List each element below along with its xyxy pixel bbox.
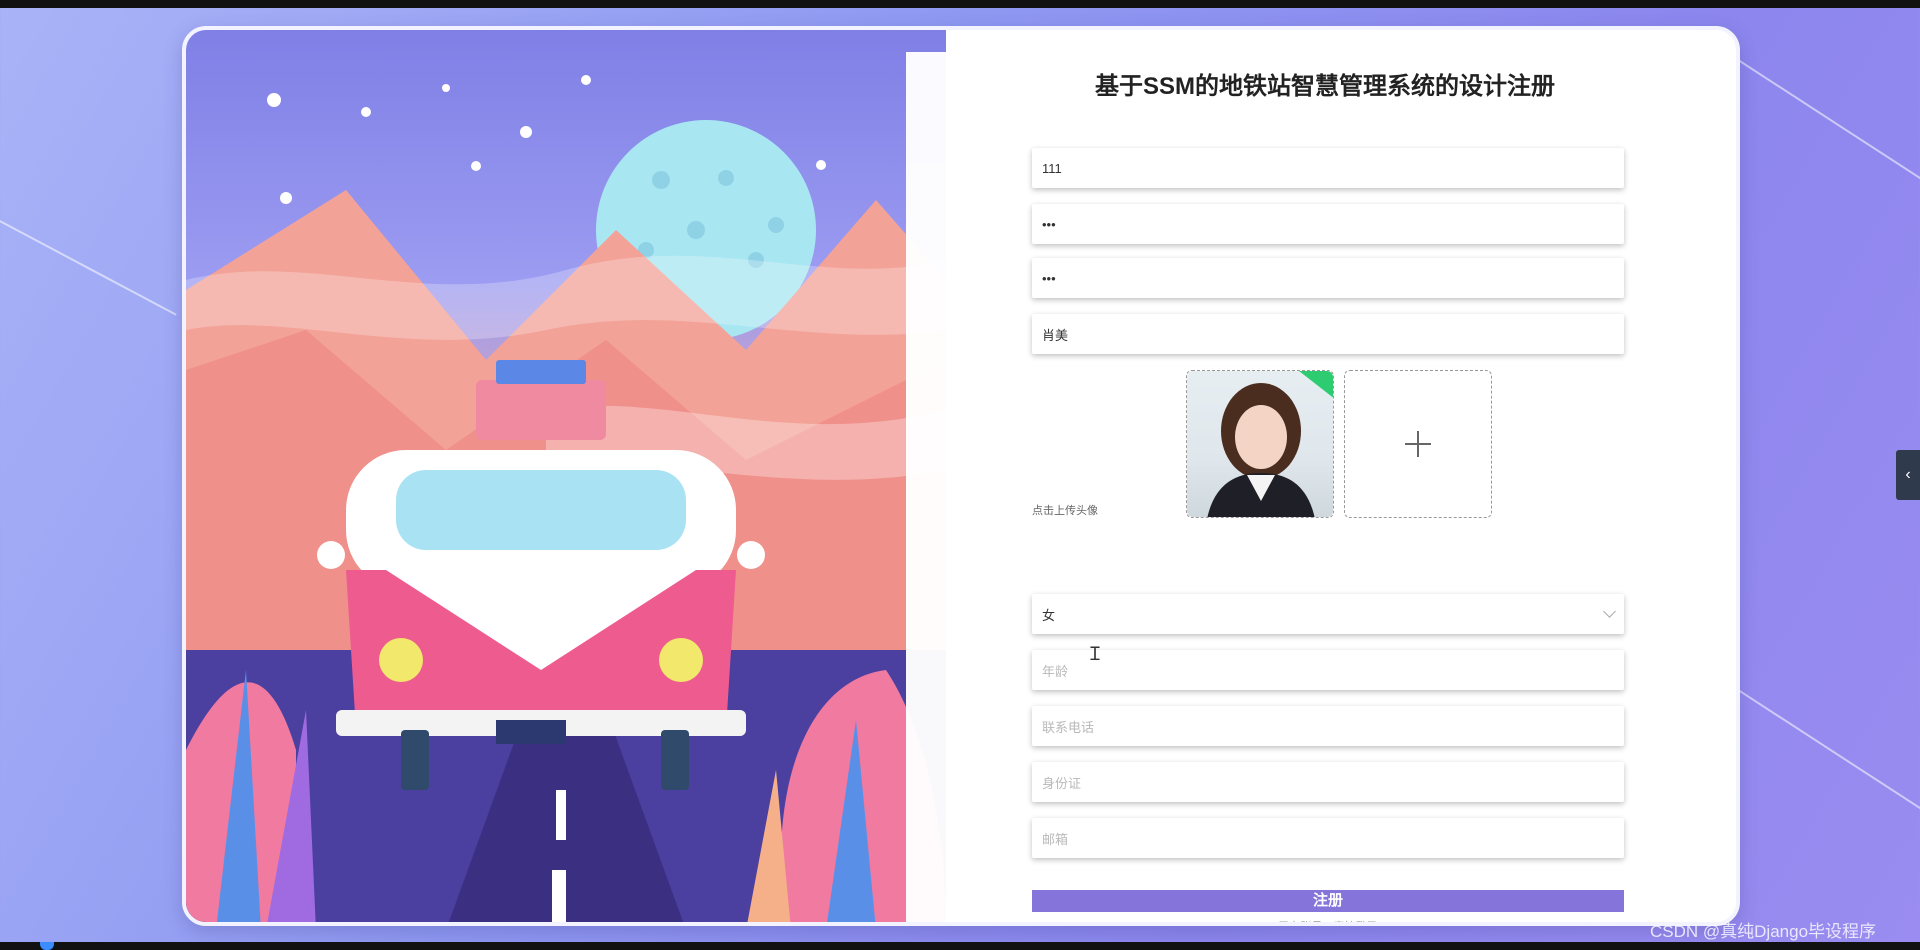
login-link[interactable]: 已有账号，直接登录 bbox=[906, 918, 1736, 922]
chevron-down-icon bbox=[1603, 605, 1616, 618]
avatar-hint: 点击上传头像 bbox=[1032, 505, 1098, 517]
avatar-preview[interactable] bbox=[1186, 370, 1334, 518]
portrait-image bbox=[1207, 371, 1333, 517]
password-field[interactable]: ••• bbox=[1032, 204, 1624, 244]
watermark: CSDN @真纯Django毕设程序 bbox=[1650, 922, 1877, 941]
browser-bottom-bar bbox=[0, 942, 1920, 950]
name-field[interactable]: 肖美 bbox=[1032, 314, 1624, 354]
register-button[interactable]: 注册 bbox=[1032, 890, 1624, 912]
gender-select[interactable]: 女 bbox=[1032, 594, 1624, 634]
page-title: 基于SSM的地铁站智慧管理系统的设计注册 bbox=[1094, 73, 1555, 100]
register-card: 基于SSM的地铁站智慧管理系统的设计注册 111 ••• ••• 肖美 点击上传… bbox=[182, 26, 1740, 926]
gender-selected-value: 女 bbox=[1042, 607, 1056, 623]
background-line bbox=[0, 220, 177, 316]
idcard-input[interactable]: 身份证 bbox=[1032, 762, 1624, 802]
background-line bbox=[1738, 690, 1920, 823]
side-collapse-tab[interactable]: ‹ bbox=[1896, 450, 1920, 500]
illustration-panel bbox=[186, 30, 946, 922]
chevron-left-icon: ‹ bbox=[1905, 466, 1911, 483]
phone-input[interactable]: 联系电话 bbox=[1032, 706, 1624, 746]
register-form: 基于SSM的地铁站智慧管理系统的设计注册 111 ••• ••• 肖美 点击上传… bbox=[906, 52, 1736, 922]
plus-icon-vertical bbox=[1417, 431, 1419, 457]
avatar bbox=[1187, 371, 1333, 517]
van-illustration bbox=[186, 75, 946, 922]
email-input[interactable]: 邮箱 bbox=[1032, 818, 1624, 858]
progress-indicator bbox=[40, 942, 54, 950]
age-input[interactable]: 年龄 bbox=[1032, 650, 1624, 690]
text-cursor-icon: Ｉ bbox=[1086, 644, 1104, 664]
background-line bbox=[1738, 60, 1920, 193]
avatar-upload-button[interactable] bbox=[1344, 370, 1492, 518]
confirm-password-field[interactable]: ••• bbox=[1032, 258, 1624, 298]
username-field[interactable]: 111 bbox=[1032, 148, 1624, 188]
browser-top-bar bbox=[0, 0, 1920, 8]
